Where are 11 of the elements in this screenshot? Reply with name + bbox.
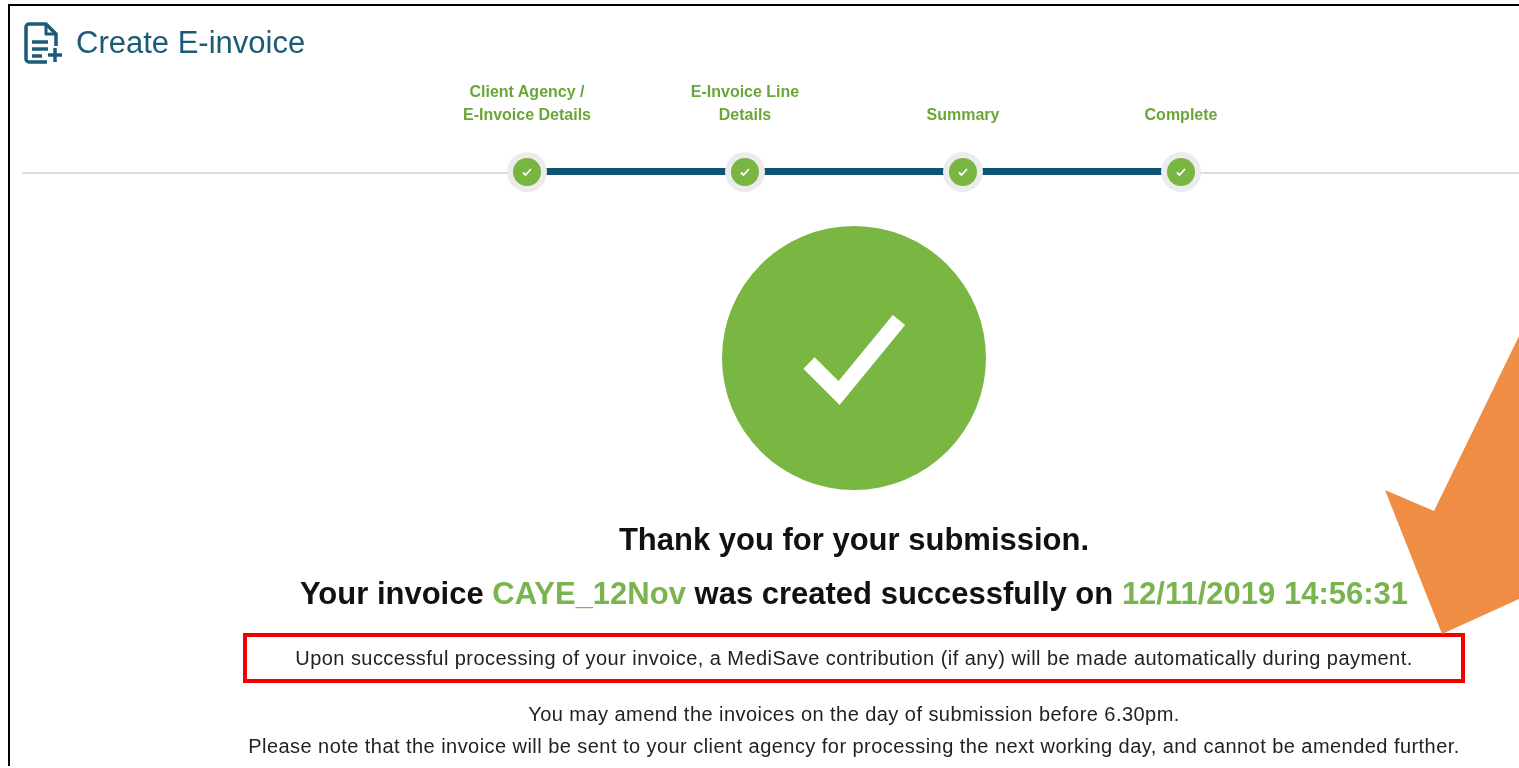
invoice-confirmation: Your invoice CAYE_12Nov was created successfully on 12/11/2019 14:56:31 — [299, 575, 1409, 613]
step-label: E-Invoice Line Details — [690, 82, 800, 125]
step-label: Complete — [1144, 105, 1218, 125]
step-label: Summary — [926, 105, 1000, 125]
success-heading: Thank you for your submission. — [618, 521, 1090, 559]
note-text: You may amend the invoices on the day of submission before 6.30pm. — [528, 702, 1180, 727]
step-label: Client Agency / E-Invoice Details — [462, 82, 591, 125]
notice-text: Upon successful processing of your invoice, a MediSave contribution (if any) will be made automatically during payment. — [295, 646, 1413, 670]
document-plus-icon — [22, 20, 64, 66]
page-title: Create E-invoice — [76, 25, 306, 61]
note-text: Please note that the invoice will be sent to your client agency for processing the next working day, and cannot be amended further. — [248, 734, 1460, 759]
